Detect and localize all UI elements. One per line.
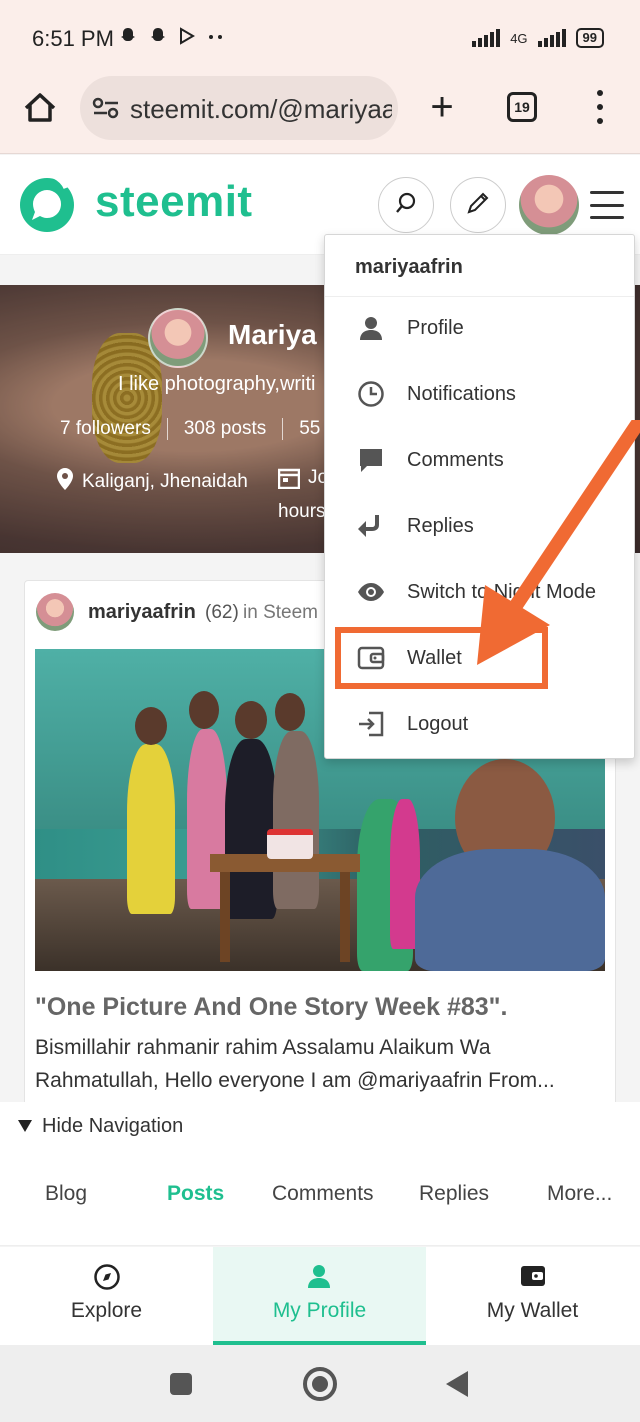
profile-avatar: [148, 308, 208, 368]
hamburger-menu-icon[interactable]: [590, 191, 624, 219]
tab-more[interactable]: More...: [547, 1182, 612, 1206]
menu-item-logout[interactable]: Logout: [325, 693, 634, 755]
user-icon: [306, 1263, 334, 1291]
location-pin-icon: [56, 467, 74, 497]
status-time: 6:51 PM: [32, 26, 114, 51]
comment-icon: [357, 446, 385, 474]
menu-item-label: Logout: [407, 712, 469, 735]
battery-icon: 99: [575, 28, 604, 48]
bottom-navigation: Explore My Profile My Wallet: [0, 1247, 640, 1345]
menu-item-profile[interactable]: Profile: [325, 297, 634, 359]
profile-location: Kaliganj, Jhenaidah: [56, 467, 248, 497]
tab-switcher-button[interactable]: 19: [507, 92, 537, 122]
clock-icon: [357, 380, 385, 408]
system-navigation-bar: [0, 1345, 640, 1422]
tab-replies[interactable]: Replies: [419, 1182, 489, 1206]
search-button[interactable]: [378, 177, 434, 233]
signal-icon: [537, 29, 566, 47]
post-excerpt-line: Bismillahir rahmanir rahim Assalamu Alai…: [35, 1036, 491, 1059]
post-author[interactable]: mariyaafrin: [88, 601, 196, 624]
post-community[interactable]: in Steem: [243, 602, 318, 624]
home-icon[interactable]: [20, 88, 60, 128]
tab-comments[interactable]: Comments: [272, 1182, 374, 1206]
nav-label: My Wallet: [486, 1299, 579, 1322]
steemit-logo-icon[interactable]: [16, 173, 78, 236]
menu-item-label: Notifications: [407, 382, 516, 405]
user-avatar[interactable]: [519, 175, 579, 235]
new-tab-icon[interactable]: +: [424, 87, 460, 127]
menu-item-label: Profile: [407, 316, 464, 339]
author-reputation: (62): [205, 602, 239, 623]
nav-label: My Profile: [272, 1299, 367, 1322]
compass-icon: [93, 1263, 121, 1291]
pencil-icon: [465, 190, 491, 221]
profile-about: I like photography,writi: [118, 373, 316, 395]
annotation-arrow-icon: [477, 420, 640, 665]
profile-joined: Jo: [277, 467, 328, 495]
write-post-button[interactable]: [450, 177, 506, 233]
nav-my-wallet[interactable]: My Wallet: [426, 1247, 639, 1345]
back-icon[interactable]: [446, 1371, 468, 1397]
snapchat-icon: [118, 26, 138, 52]
steemit-logo-text[interactable]: steemit: [95, 177, 253, 227]
more-notifications-icon: [206, 26, 226, 52]
profile-name: Mariya r: [228, 319, 336, 350]
nav-my-profile[interactable]: My Profile: [213, 1247, 426, 1345]
post-author-avatar[interactable]: [36, 593, 74, 631]
tab-blog[interactable]: Blog: [45, 1182, 87, 1206]
browser-toolbar: steemit.com/@mariyaafrin + 19: [0, 72, 640, 154]
eye-icon: [357, 578, 385, 606]
dropdown-username[interactable]: mariyaafrin: [325, 235, 634, 297]
menu-item-notifications[interactable]: Notifications: [325, 363, 634, 425]
hide-navigation-toggle[interactable]: Hide Navigation: [0, 1102, 640, 1152]
post-title[interactable]: "One Picture And One Story Week #83".: [35, 993, 507, 1022]
home-button-icon[interactable]: [303, 1367, 337, 1401]
logout-icon: [357, 710, 385, 738]
user-icon: [357, 314, 385, 342]
snapchat-icon: [148, 26, 168, 52]
browser-menu-icon[interactable]: [593, 90, 607, 124]
profile-tabs: Blog Posts Comments Replies More...: [0, 1152, 640, 1246]
network-type: 4G: [510, 30, 528, 46]
search-icon: [394, 191, 418, 220]
recents-icon[interactable]: [170, 1373, 192, 1395]
status-system-icons: 4G 99: [472, 28, 604, 48]
nav-explore[interactable]: Explore: [0, 1247, 213, 1345]
post-excerpt-line: Rahmatullah, Hello everyone I am @mariya…: [35, 1069, 555, 1092]
address-bar[interactable]: steemit.com/@mariyaafrin: [80, 76, 398, 140]
joined-text-line2: hours: [278, 501, 326, 522]
reply-icon: [357, 512, 385, 540]
hide-navigation-label: Hide Navigation: [42, 1115, 184, 1137]
posts-count: 308 posts: [168, 418, 284, 440]
url-text[interactable]: steemit.com/@mariyaafrin: [130, 94, 392, 125]
location-text: Kaliganj, Jhenaidah: [82, 471, 248, 492]
site-settings-icon[interactable]: [92, 96, 120, 120]
status-notification-icons: [118, 26, 226, 52]
tab-posts[interactable]: Posts: [167, 1182, 224, 1206]
wallet-icon: [519, 1263, 547, 1291]
calendar-icon: [277, 467, 301, 495]
triangle-down-icon: [18, 1115, 32, 1138]
followers-count[interactable]: 7 followers: [60, 418, 168, 440]
nav-label: Explore: [70, 1299, 143, 1322]
profile-stats: 7 followers 308 posts 55 f: [60, 418, 347, 440]
signal-icon: [472, 29, 501, 47]
play-store-icon: [178, 26, 196, 52]
status-bar: 6:51 PM 4G 99: [0, 0, 640, 72]
post-excerpt[interactable]: Bismillahir rahmanir rahim Assalamu Alai…: [35, 1031, 605, 1097]
